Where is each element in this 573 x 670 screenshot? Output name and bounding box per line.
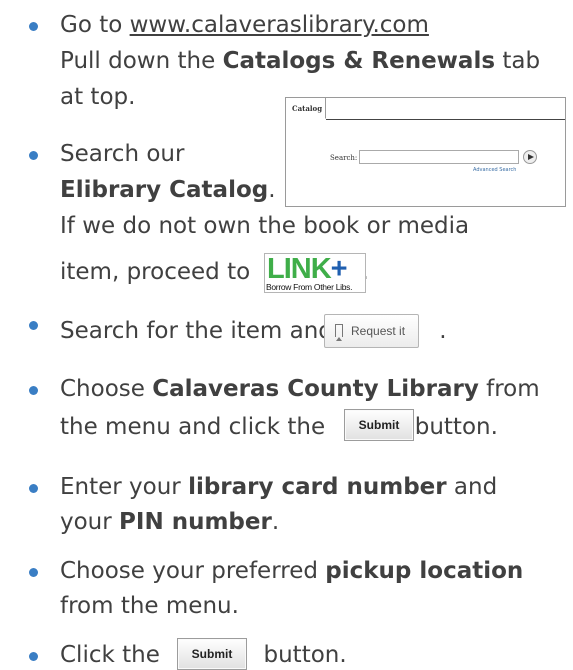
submit-button[interactable]: Submit	[344, 409, 414, 441]
request-it-button[interactable]: Request it	[324, 314, 419, 348]
bullet	[29, 22, 38, 31]
search-label: Search:	[330, 154, 358, 162]
linkplus-logo: LINK+ Borrow From Other Libs.	[264, 253, 366, 293]
step5-line2: your PIN number.	[60, 509, 280, 535]
advanced-search-link[interactable]: Advanced Search	[473, 167, 516, 173]
request-it-label: Request it	[351, 324, 406, 338]
bullet	[29, 652, 38, 661]
step5-line1: Enter your library card number and	[60, 474, 498, 500]
step4-line2: the menu and click the button.	[60, 414, 498, 440]
submit-button[interactable]: Submit	[177, 638, 247, 670]
linkplus-tagline: Borrow From Other Libs.	[266, 282, 353, 292]
bullet	[29, 568, 38, 577]
bullet	[29, 151, 38, 160]
bullet	[29, 484, 38, 493]
step2-line1: Search our	[60, 141, 185, 167]
catalog-search-widget: Catalog Search: Advanced Search	[285, 97, 566, 207]
bullet	[29, 386, 38, 395]
catalog-search-input[interactable]	[359, 150, 519, 164]
step4-line1: Choose Calaveras County Library from	[60, 376, 540, 402]
step1-line1: Go to www.calaveraslibrary.com	[60, 12, 429, 38]
tab-divider	[326, 119, 565, 120]
library-url-link[interactable]: www.calaveraslibrary.com	[130, 12, 429, 38]
step2-line3: If we do not own the book or media	[60, 213, 470, 239]
step2-line2: Elibrary Catalog.	[60, 177, 276, 203]
step6-line2: from the menu.	[60, 593, 239, 619]
step1-line2: Pull down the Catalogs & Renewals tab	[60, 48, 541, 74]
step1-line3: at top.	[60, 84, 136, 110]
tab-catalog[interactable]: Catalog	[286, 98, 326, 119]
bullet	[29, 321, 38, 330]
play-arrow-icon[interactable]	[523, 150, 537, 164]
bookmark-icon	[335, 324, 343, 341]
step6-line1: Choose your preferred pickup location	[60, 558, 524, 584]
